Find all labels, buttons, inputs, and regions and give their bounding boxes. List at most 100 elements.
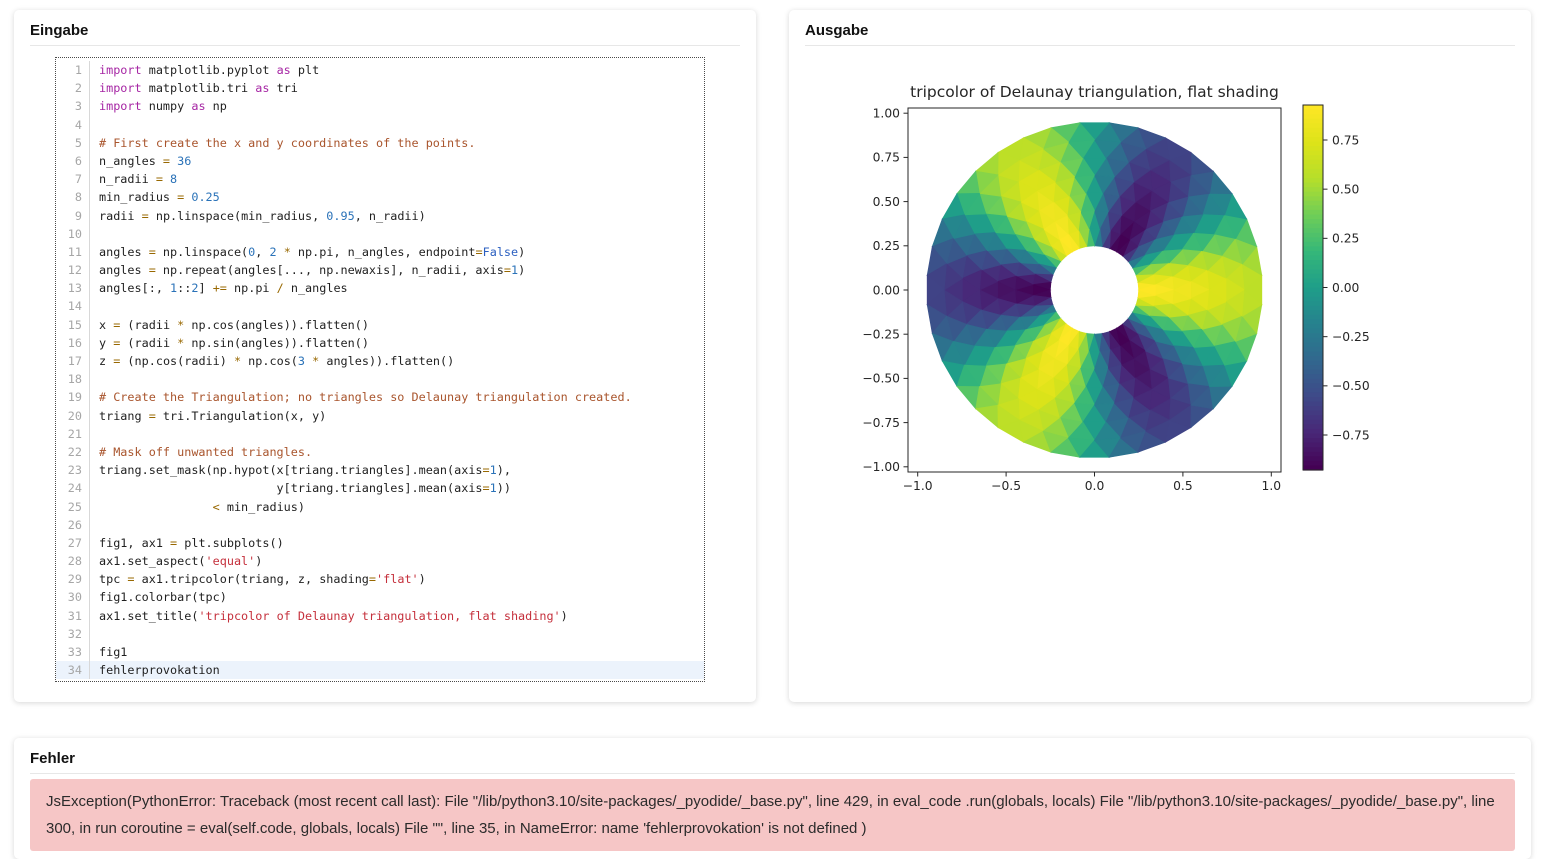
code-line[interactable]: 29tpc = ax1.tripcolor(triang, z, shading… — [56, 570, 704, 588]
code-line[interactable]: 19# Create the Triangulation; no triangl… — [56, 388, 704, 406]
colorbar-segment — [1303, 183, 1323, 188]
output-panel-title: Ausgabe — [789, 10, 1531, 45]
code-line[interactable]: 8min_radius = 0.25 — [56, 188, 704, 206]
colorbar-segment — [1303, 315, 1323, 320]
colorbar-tick-label: 0.50 — [1332, 182, 1359, 196]
code-line[interactable]: 1import matplotlib.pyplot as plt — [56, 61, 704, 79]
line-number: 32 — [56, 625, 90, 643]
colorbar-segment — [1303, 123, 1323, 128]
code-line[interactable]: 34fehlerprovokation — [56, 661, 704, 679]
colorbar-segment — [1303, 351, 1323, 356]
code-line[interactable]: 28ax1.set_aspect('equal') — [56, 552, 704, 570]
code-editor[interactable]: 1import matplotlib.pyplot as plt2import … — [55, 57, 705, 682]
colorbar-segment — [1303, 379, 1323, 384]
code-line[interactable]: 10 — [56, 225, 704, 243]
code-line[interactable]: 18 — [56, 370, 704, 388]
code-line[interactable]: 3import numpy as np — [56, 97, 704, 115]
code-line[interactable]: 21 — [56, 425, 704, 443]
code-line[interactable]: 4 — [56, 116, 704, 134]
code-line-text: import matplotlib.tri as tri — [90, 79, 298, 97]
matplotlib-figure: −1.0−0.50.00.51.01.000.750.500.250.00−0.… — [845, 75, 1385, 505]
y-tick-label: −0.50 — [862, 372, 900, 386]
code-line-text: min_radius = 0.25 — [90, 188, 220, 206]
colorbar-segment — [1303, 242, 1323, 247]
code-line[interactable]: 17z = (np.cos(radii) * np.cos(3 * angles… — [56, 352, 704, 370]
code-line[interactable]: 20triang = tri.Triangulation(x, y) — [56, 407, 704, 425]
colorbar-segment — [1303, 319, 1323, 324]
line-number: 27 — [56, 534, 90, 552]
code-line-text: import matplotlib.pyplot as plt — [90, 61, 319, 79]
code-line-text — [90, 516, 99, 534]
y-tick-label: 0.00 — [873, 283, 900, 297]
line-number: 21 — [56, 425, 90, 443]
code-line[interactable]: 12angles = np.repeat(angles[..., np.newa… — [56, 261, 704, 279]
code-line-text: angles[:, 1::2] += np.pi / n_angles — [90, 279, 348, 297]
code-line-text: ax1.set_title('tripcolor of Delaunay tri… — [90, 607, 568, 625]
colorbar-segment — [1303, 201, 1323, 206]
colorbar-segment — [1303, 338, 1323, 343]
colorbar-segment — [1303, 388, 1323, 393]
code-line[interactable]: 2import matplotlib.tri as tri — [56, 79, 704, 97]
code-line-text: # Mask off unwanted triangles. — [90, 443, 312, 461]
colorbar-segment — [1303, 173, 1323, 178]
code-line[interactable]: 7n_radii = 8 — [56, 170, 704, 188]
code-line-text: fehlerprovokation — [90, 661, 220, 679]
line-number: 30 — [56, 588, 90, 606]
code-line[interactable]: 15x = (radii * np.cos(angles)).flatten() — [56, 316, 704, 334]
y-tick-label: 0.50 — [873, 195, 900, 209]
code-line-text — [90, 297, 99, 315]
colorbar-segment — [1303, 415, 1323, 420]
line-number: 18 — [56, 370, 90, 388]
error-panel-divider — [30, 773, 1515, 774]
colorbar-segment — [1303, 274, 1323, 279]
figure-container: −1.0−0.50.00.51.01.000.750.500.250.00−0.… — [845, 75, 1385, 510]
code-line-text: y = (radii * np.sin(angles)).flatten() — [90, 334, 369, 352]
y-tick-label: 1.00 — [873, 107, 900, 121]
colorbar-segment — [1303, 132, 1323, 137]
code-line-text: ax1.set_aspect('equal') — [90, 552, 262, 570]
colorbar-segment — [1303, 370, 1323, 375]
code-line-text: n_angles = 36 — [90, 152, 191, 170]
colorbar-segment — [1303, 365, 1323, 370]
code-line[interactable]: 13angles[:, 1::2] += np.pi / n_angles — [56, 279, 704, 297]
code-line[interactable]: 5# First create the x and y coordinates … — [56, 134, 704, 152]
code-line[interactable]: 11angles = np.linspace(0, 2 * np.pi, n_a… — [56, 243, 704, 261]
colorbar-segment — [1303, 429, 1323, 434]
mesh-triangle — [1191, 152, 1213, 174]
code-line[interactable]: 23triang.set_mask(np.hypot(x[triang.tria… — [56, 461, 704, 479]
code-line[interactable]: 31ax1.set_title('tripcolor of Delaunay t… — [56, 607, 704, 625]
colorbar-segment — [1303, 192, 1323, 197]
code-line[interactable]: 25 < min_radius) — [56, 498, 704, 516]
code-line[interactable]: 32 — [56, 625, 704, 643]
line-number: 2 — [56, 79, 90, 97]
code-line[interactable]: 24 y[triang.triangles].mean(axis=1)) — [56, 479, 704, 497]
colorbar-segment — [1303, 151, 1323, 156]
line-number: 31 — [56, 607, 90, 625]
colorbar-segment — [1303, 443, 1323, 448]
code-line[interactable]: 16y = (radii * np.sin(angles)).flatten() — [56, 334, 704, 352]
colorbar-segment — [1303, 406, 1323, 411]
code-line[interactable]: 9radii = np.linspace(min_radius, 0.95, n… — [56, 207, 704, 225]
colorbar-segment — [1303, 283, 1323, 288]
code-line-text: fig1.colorbar(tpc) — [90, 588, 227, 606]
line-number: 20 — [56, 407, 90, 425]
code-line[interactable]: 22# Mask off unwanted triangles. — [56, 443, 704, 461]
colorbar-tick-label: −0.50 — [1332, 379, 1370, 393]
colorbar-segment — [1303, 251, 1323, 256]
line-number: 34 — [56, 661, 90, 679]
code-line[interactable]: 33fig1 — [56, 643, 704, 661]
colorbar-segment — [1303, 329, 1323, 334]
code-line[interactable]: 6n_angles = 36 — [56, 152, 704, 170]
line-number: 8 — [56, 188, 90, 206]
code-line[interactable]: 26 — [56, 516, 704, 534]
code-line[interactable]: 14 — [56, 297, 704, 315]
colorbar-tick-label: 0.25 — [1332, 232, 1359, 246]
colorbar-segment — [1303, 434, 1323, 439]
colorbar-tick-label: −0.75 — [1332, 428, 1370, 442]
code-line[interactable]: 27fig1, ax1 = plt.subplots() — [56, 534, 704, 552]
code-line[interactable]: 30fig1.colorbar(tpc) — [56, 588, 704, 606]
colorbar-segment — [1303, 228, 1323, 233]
error-panel: Fehler JsException(PythonError: Tracebac… — [14, 738, 1531, 859]
line-number: 28 — [56, 552, 90, 570]
colorbar-tick-label: −0.25 — [1332, 330, 1370, 344]
